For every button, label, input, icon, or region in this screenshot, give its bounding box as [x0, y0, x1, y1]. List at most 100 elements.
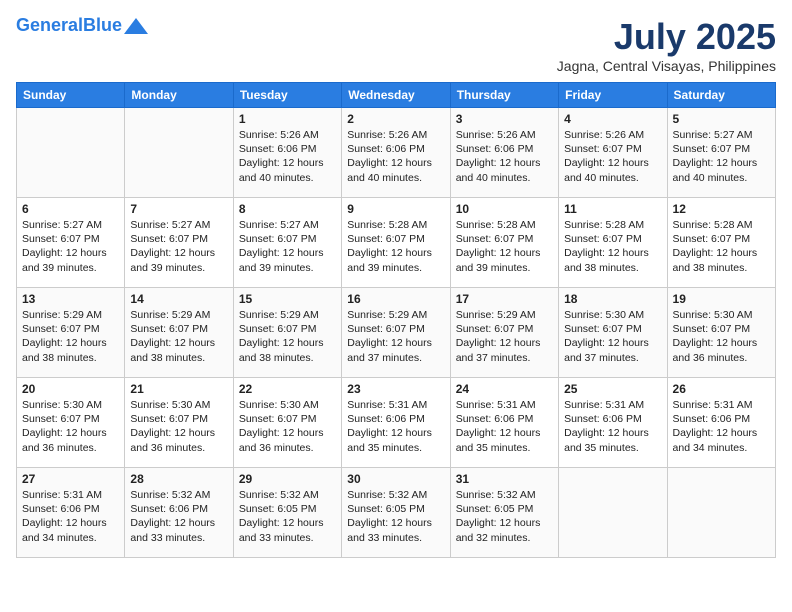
calendar-body: 1Sunrise: 5:26 AMSunset: 6:06 PMDaylight… [17, 108, 776, 558]
day-number: 13 [22, 292, 119, 306]
cell-info: Sunrise: 5:31 AMSunset: 6:06 PMDaylight:… [347, 398, 444, 455]
cell-info: Sunrise: 5:27 AMSunset: 6:07 PMDaylight:… [22, 218, 119, 275]
calendar-cell: 3 Sunrise: 5:26 AMSunset: 6:06 PMDaylight… [450, 108, 558, 198]
calendar-cell [667, 468, 775, 558]
calendar-cell: 28 Sunrise: 5:32 AMSunset: 6:06 PMDayligh… [125, 468, 233, 558]
day-number: 16 [347, 292, 444, 306]
cell-info: Sunrise: 5:30 AMSunset: 6:07 PMDaylight:… [22, 398, 119, 455]
week-row-4: 20 Sunrise: 5:30 AMSunset: 6:07 PMDayligh… [17, 378, 776, 468]
cell-info: Sunrise: 5:27 AMSunset: 6:07 PMDaylight:… [239, 218, 336, 275]
day-number: 2 [347, 112, 444, 126]
calendar-table: SundayMondayTuesdayWednesdayThursdayFrid… [16, 82, 776, 558]
calendar-cell: 14Sunrise: 5:29 AMSunset: 6:07 PMDayligh… [125, 288, 233, 378]
calendar-cell [17, 108, 125, 198]
page-header: GeneralBlue July 2025 Jagna, Central Vis… [16, 16, 776, 74]
calendar-cell: 4 Sunrise: 5:26 AMSunset: 6:07 PMDaylight… [559, 108, 667, 198]
day-number: 8 [239, 202, 336, 216]
calendar-cell: 1Sunrise: 5:26 AMSunset: 6:06 PMDaylight… [233, 108, 341, 198]
calendar-cell: 2 Sunrise: 5:26 AMSunset: 6:06 PMDaylight… [342, 108, 450, 198]
calendar-cell: 17 Sunrise: 5:29 AMSunset: 6:07 PMDayligh… [450, 288, 558, 378]
location-subtitle: Jagna, Central Visayas, Philippines [557, 58, 776, 74]
calendar-cell: 26 Sunrise: 5:31 AMSunset: 6:06 PMDayligh… [667, 378, 775, 468]
calendar-cell [559, 468, 667, 558]
day-number: 10 [456, 202, 553, 216]
calendar-cell: 24Sunrise: 5:31 AMSunset: 6:06 PMDayligh… [450, 378, 558, 468]
calendar-cell: 7 Sunrise: 5:27 AMSunset: 6:07 PMDaylight… [125, 198, 233, 288]
header-cell-sunday: Sunday [17, 83, 125, 108]
cell-info: Sunrise: 5:30 AMSunset: 6:07 PMDaylight:… [564, 308, 661, 365]
cell-info: Sunrise: 5:31 AMSunset: 6:06 PMDaylight:… [456, 398, 553, 455]
logo-text: GeneralBlue [16, 16, 122, 36]
cell-info: Sunrise: 5:26 AMSunset: 6:06 PMDaylight:… [239, 128, 336, 185]
calendar-cell: 12Sunrise: 5:28 AMSunset: 6:07 PMDayligh… [667, 198, 775, 288]
cell-info: Sunrise: 5:26 AMSunset: 6:06 PMDaylight:… [456, 128, 553, 185]
day-number: 20 [22, 382, 119, 396]
day-number: 15 [239, 292, 336, 306]
week-row-1: 1Sunrise: 5:26 AMSunset: 6:06 PMDaylight… [17, 108, 776, 198]
week-row-5: 27 Sunrise: 5:31 AMSunset: 6:06 PMDayligh… [17, 468, 776, 558]
cell-info: Sunrise: 5:31 AMSunset: 6:06 PMDaylight:… [22, 488, 119, 545]
cell-info: Sunrise: 5:30 AMSunset: 6:07 PMDaylight:… [673, 308, 770, 365]
header-cell-thursday: Thursday [450, 83, 558, 108]
day-number: 26 [673, 382, 770, 396]
cell-info: Sunrise: 5:29 AMSunset: 6:07 PMDaylight:… [22, 308, 119, 365]
calendar-cell: 18 Sunrise: 5:30 AMSunset: 6:07 PMDayligh… [559, 288, 667, 378]
day-number: 30 [347, 472, 444, 486]
header-cell-tuesday: Tuesday [233, 83, 341, 108]
cell-info: Sunrise: 5:30 AMSunset: 6:07 PMDaylight:… [130, 398, 227, 455]
cell-info: Sunrise: 5:28 AMSunset: 6:07 PMDaylight:… [564, 218, 661, 275]
calendar-cell: 13 Sunrise: 5:29 AMSunset: 6:07 PMDayligh… [17, 288, 125, 378]
cell-info: Sunrise: 5:29 AMSunset: 6:07 PMDaylight:… [456, 308, 553, 365]
calendar-cell: 9Sunrise: 5:28 AMSunset: 6:07 PMDaylight… [342, 198, 450, 288]
day-number: 31 [456, 472, 553, 486]
day-number: 3 [456, 112, 553, 126]
day-number: 11 [564, 202, 661, 216]
calendar-cell: 11 Sunrise: 5:28 AMSunset: 6:07 PMDayligh… [559, 198, 667, 288]
calendar-cell [125, 108, 233, 198]
day-number: 4 [564, 112, 661, 126]
day-number: 29 [239, 472, 336, 486]
day-number: 7 [130, 202, 227, 216]
month-year-title: July 2025 [557, 16, 776, 58]
day-number: 5 [673, 112, 770, 126]
header-row: SundayMondayTuesdayWednesdayThursdayFrid… [17, 83, 776, 108]
day-number: 22 [239, 382, 336, 396]
cell-info: Sunrise: 5:32 AMSunset: 6:06 PMDaylight:… [130, 488, 227, 545]
calendar-cell: 19Sunrise: 5:30 AMSunset: 6:07 PMDayligh… [667, 288, 775, 378]
day-number: 6 [22, 202, 119, 216]
calendar-cell: 16 Sunrise: 5:29 AMSunset: 6:07 PMDayligh… [342, 288, 450, 378]
logo: GeneralBlue [16, 16, 148, 36]
calendar-cell: 27 Sunrise: 5:31 AMSunset: 6:06 PMDayligh… [17, 468, 125, 558]
header-cell-monday: Monday [125, 83, 233, 108]
cell-info: Sunrise: 5:26 AMSunset: 6:06 PMDaylight:… [347, 128, 444, 185]
calendar-cell: 23 Sunrise: 5:31 AMSunset: 6:06 PMDayligh… [342, 378, 450, 468]
logo-icon [124, 16, 148, 36]
cell-info: Sunrise: 5:32 AMSunset: 6:05 PMDaylight:… [456, 488, 553, 545]
day-number: 23 [347, 382, 444, 396]
calendar-cell: 30Sunrise: 5:32 AMSunset: 6:05 PMDayligh… [342, 468, 450, 558]
calendar-header: SundayMondayTuesdayWednesdayThursdayFrid… [17, 83, 776, 108]
calendar-cell: 25Sunrise: 5:31 AMSunset: 6:06 PMDayligh… [559, 378, 667, 468]
day-number: 27 [22, 472, 119, 486]
cell-info: Sunrise: 5:27 AMSunset: 6:07 PMDaylight:… [130, 218, 227, 275]
calendar-cell: 22 Sunrise: 5:30 AMSunset: 6:07 PMDayligh… [233, 378, 341, 468]
calendar-cell: 31 Sunrise: 5:32 AMSunset: 6:05 PMDayligh… [450, 468, 558, 558]
calendar-cell: 29 Sunrise: 5:32 AMSunset: 6:05 PMDayligh… [233, 468, 341, 558]
cell-info: Sunrise: 5:29 AMSunset: 6:07 PMDaylight:… [347, 308, 444, 365]
day-number: 18 [564, 292, 661, 306]
cell-info: Sunrise: 5:32 AMSunset: 6:05 PMDaylight:… [239, 488, 336, 545]
cell-info: Sunrise: 5:30 AMSunset: 6:07 PMDaylight:… [239, 398, 336, 455]
cell-info: Sunrise: 5:26 AMSunset: 6:07 PMDaylight:… [564, 128, 661, 185]
day-number: 17 [456, 292, 553, 306]
cell-info: Sunrise: 5:28 AMSunset: 6:07 PMDaylight:… [456, 218, 553, 275]
calendar-cell: 6 Sunrise: 5:27 AMSunset: 6:07 PMDaylight… [17, 198, 125, 288]
calendar-cell: 20 Sunrise: 5:30 AMSunset: 6:07 PMDayligh… [17, 378, 125, 468]
day-number: 28 [130, 472, 227, 486]
week-row-3: 13 Sunrise: 5:29 AMSunset: 6:07 PMDayligh… [17, 288, 776, 378]
cell-info: Sunrise: 5:31 AMSunset: 6:06 PMDaylight:… [673, 398, 770, 455]
title-block: July 2025 Jagna, Central Visayas, Philip… [557, 16, 776, 74]
header-cell-wednesday: Wednesday [342, 83, 450, 108]
cell-info: Sunrise: 5:31 AMSunset: 6:06 PMDaylight:… [564, 398, 661, 455]
cell-info: Sunrise: 5:27 AMSunset: 6:07 PMDaylight:… [673, 128, 770, 185]
calendar-cell: 5 Sunrise: 5:27 AMSunset: 6:07 PMDaylight… [667, 108, 775, 198]
